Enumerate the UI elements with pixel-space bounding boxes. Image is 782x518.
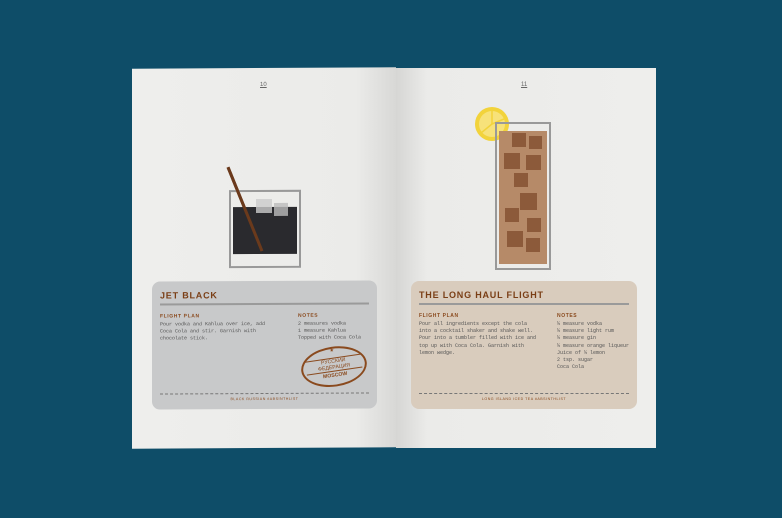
iced-tea-glass-illustration [475, 107, 551, 270]
note-item: ¼ measure vodka [557, 321, 603, 327]
left-page: 10 JET BLACK FLIGHT PLAN Pour vodka and K… [132, 67, 396, 449]
note-item: ¼ measure light rum [557, 328, 615, 335]
page-number: 10 [260, 81, 267, 89]
flight-plan-text: Pour all ingredients except the cola int… [419, 321, 537, 356]
cola-glass-illustration [226, 166, 301, 269]
note-item: Juice of ¼ lemon [557, 349, 606, 356]
flight-plan-heading: FLIGHT PLAN [419, 313, 459, 319]
page-number: 11 [521, 82, 528, 88]
note-item: 2 tsp. sugar [557, 357, 594, 364]
recipe-title: THE LONG HAUL FLIGHT [419, 290, 544, 300]
notes-heading: NOTES [557, 313, 578, 319]
recipe-card: JET BLACK FLIGHT PLAN Pour vodka and Kahl… [152, 280, 377, 410]
recipe-card: THE LONG HAUL FLIGHT FLIGHT PLAN Pour all… [411, 281, 637, 409]
note-item: Topped with Coca Cola [298, 334, 362, 342]
card-footer: LONG ISLAND ICED TEA #ABSINTHLIST [419, 393, 629, 401]
card-footer: BLACK RUSSIAN #ABSINTHLIST [160, 392, 369, 402]
note-item: Coca Cola [557, 364, 585, 371]
moscow-stamp: ★ РУССКИЙ ФЕДЕРАЦИЯ MOSCOW [298, 342, 370, 392]
note-item: ¼ measure orange liqueur [557, 342, 630, 349]
note-item: ¼ measure gin [557, 335, 597, 342]
flight-plan-heading: FLIGHT PLAN [160, 313, 200, 320]
recipe-title: JET BLACK [160, 290, 218, 301]
notes-heading: NOTES [298, 312, 319, 319]
flight-plan-text: Pour vodka and Kahlua over ice, add Coca… [160, 320, 266, 342]
divider [419, 303, 629, 305]
divider [160, 302, 369, 306]
right-page: 11 THE LONG HAUL FLIGHT FLIGHT PLAN Pour … [396, 68, 656, 448]
